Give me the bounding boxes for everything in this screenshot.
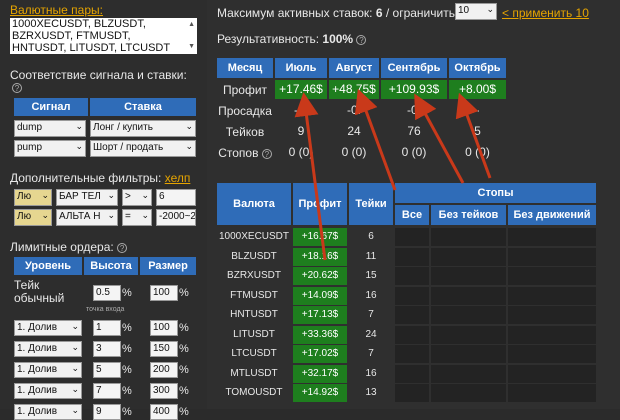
annotation-arrows (294, 88, 492, 261)
arrow-1 (294, 92, 327, 261)
arrow-2 (354, 88, 397, 191)
arrow-4 (455, 92, 492, 179)
arrow-3 (414, 93, 465, 184)
